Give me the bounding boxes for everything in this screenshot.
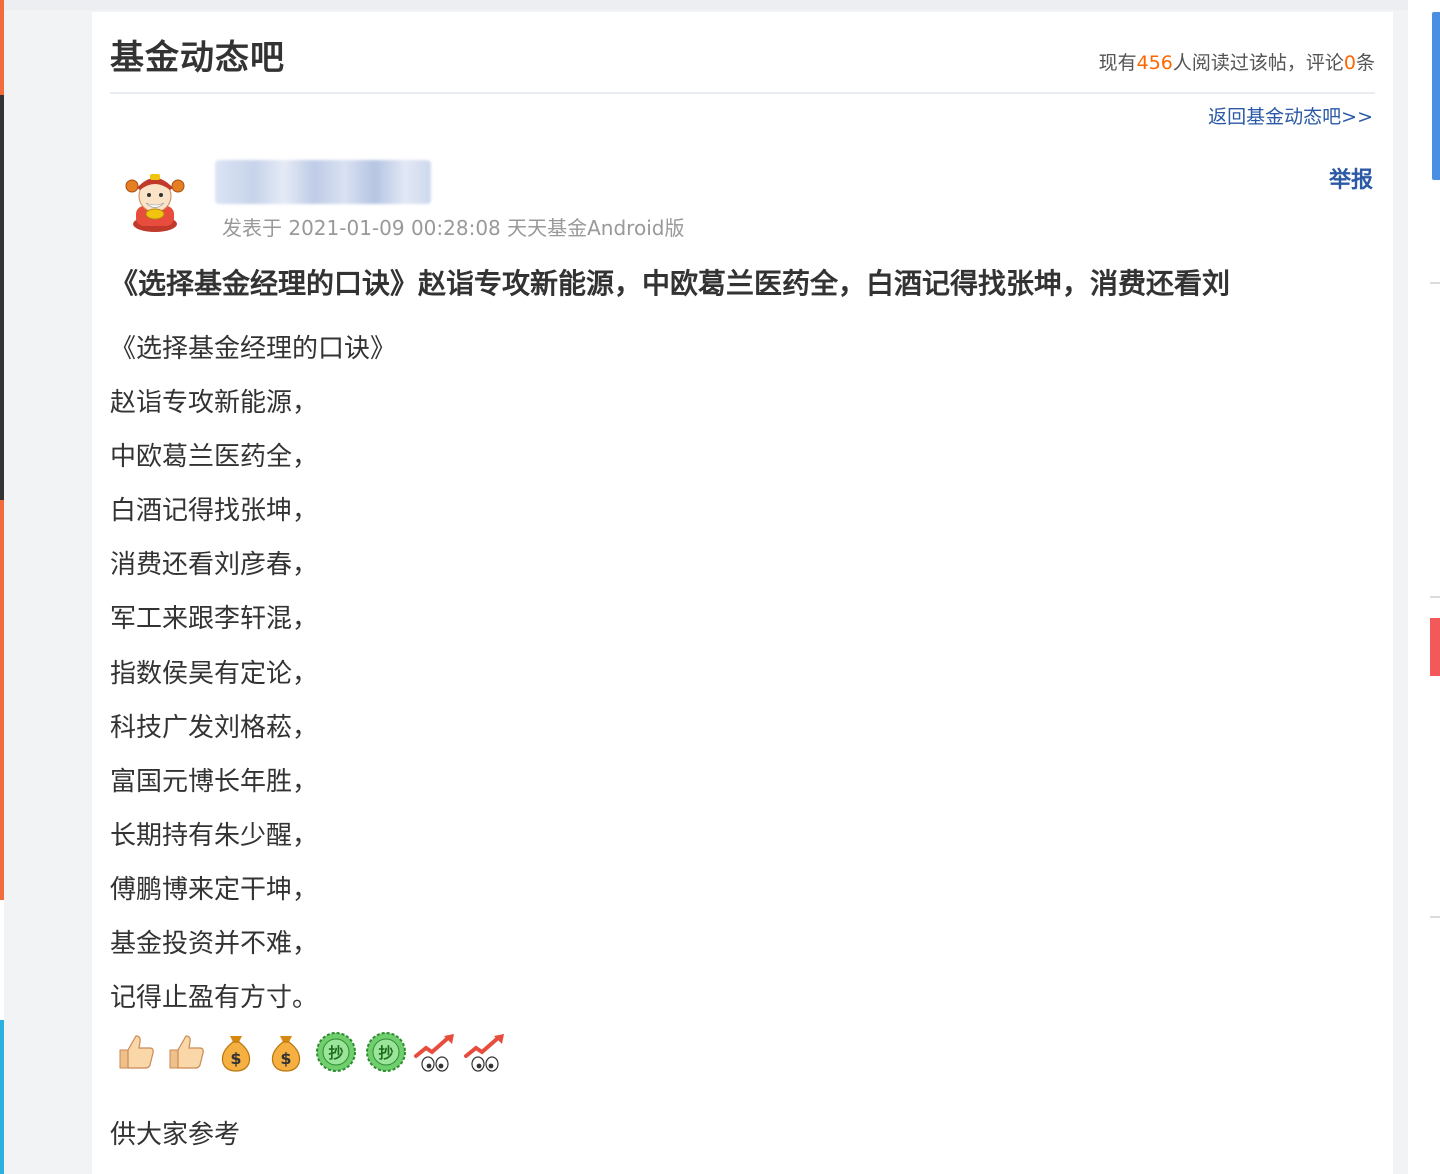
side-red-tab[interactable] xyxy=(1430,618,1440,676)
post-body: 《选择基金经理的口诀》 赵诣专攻新能源， 中欧葛兰医药全， 白酒记得找张坤， 消费还看刘… xyxy=(110,330,1310,1033)
emoji-row: $ $ 抄 抄 xyxy=(114,1030,508,1076)
post-meta: 发表于 2021-01-09 00:28:08 天天基金Android版 xyxy=(222,216,685,240)
chao-coin-icon: 抄 xyxy=(364,1030,408,1074)
svg-text:抄: 抄 xyxy=(378,1044,393,1062)
side-blue-tab[interactable] xyxy=(1432,12,1440,180)
reader-count: 456 xyxy=(1136,52,1173,74)
chao-coin-icon: 抄 xyxy=(314,1030,358,1074)
comment-count: 0 xyxy=(1343,52,1356,74)
post-line: 基金投资并不难， xyxy=(110,929,319,960)
post-card: 基金动态吧 现有456人阅读过该帖，评论0条 返回基金动态吧>> 发表于 202… xyxy=(92,12,1393,1174)
top-strip xyxy=(0,0,1440,10)
thumbs-up-icon xyxy=(114,1030,158,1074)
post-line: 记得止盈有方寸。 xyxy=(110,983,319,1014)
author-name[interactable] xyxy=(215,160,431,204)
bar-title[interactable]: 基金动态吧 xyxy=(110,30,285,79)
post-line: 科技广发刘格菘， xyxy=(110,712,319,743)
side-divider xyxy=(1430,596,1440,598)
svg-text:$: $ xyxy=(230,1049,241,1068)
money-bag-icon: $ xyxy=(264,1030,308,1074)
post-line: 《选择基金经理的口诀》 xyxy=(110,334,397,364)
bar-header: 基金动态吧 现有456人阅读过该帖，评论0条 xyxy=(110,30,1375,90)
header-divider xyxy=(110,92,1375,94)
back-to-bar-link[interactable]: 返回基金动态吧>> xyxy=(1208,102,1373,129)
side-divider xyxy=(1430,916,1440,918)
post-line: 消费还看刘彦春， xyxy=(110,550,319,581)
stats-mid: 人阅读过该帖，评论 xyxy=(1172,52,1344,74)
left-edge-strip xyxy=(0,0,4,1174)
read-stats: 现有456人阅读过该帖，评论0条 xyxy=(1099,48,1375,75)
post-line: 军工来跟李轩混， xyxy=(110,604,319,635)
thumbs-up-icon xyxy=(164,1030,208,1074)
post-closing: 供大家参考 xyxy=(110,1120,241,1150)
side-divider xyxy=(1430,282,1440,284)
post-line: 指数侯昊有定论， xyxy=(110,658,319,689)
post-line: 富国元博长年胜， xyxy=(110,766,319,797)
money-bag-icon: $ xyxy=(214,1030,258,1074)
post-title: 《选择基金经理的口诀》赵诣专攻新能源，中欧葛兰医药全，白酒记得找张坤，消费还看刘 xyxy=(110,267,1231,300)
post-line: 中欧葛兰医药全， xyxy=(110,442,319,473)
stats-prefix: 现有 xyxy=(1098,52,1137,74)
post-line: 赵诣专攻新能源， xyxy=(110,388,319,419)
post-line: 白酒记得找张坤， xyxy=(110,496,319,527)
post-line: 傅鹏博来定干坤， xyxy=(110,874,319,905)
svg-text:$: $ xyxy=(280,1049,291,1068)
author-avatar[interactable] xyxy=(122,166,188,232)
report-button[interactable]: 举报 xyxy=(1329,162,1373,194)
stats-suffix: 条 xyxy=(1355,52,1375,74)
rising-chart-eyes-icon xyxy=(464,1030,508,1074)
post-line: 长期持有朱少醒， xyxy=(110,820,319,851)
rising-chart-eyes-icon xyxy=(414,1030,458,1074)
right-sidebar-fragment xyxy=(1408,0,1440,1174)
svg-text:抄: 抄 xyxy=(328,1044,343,1062)
